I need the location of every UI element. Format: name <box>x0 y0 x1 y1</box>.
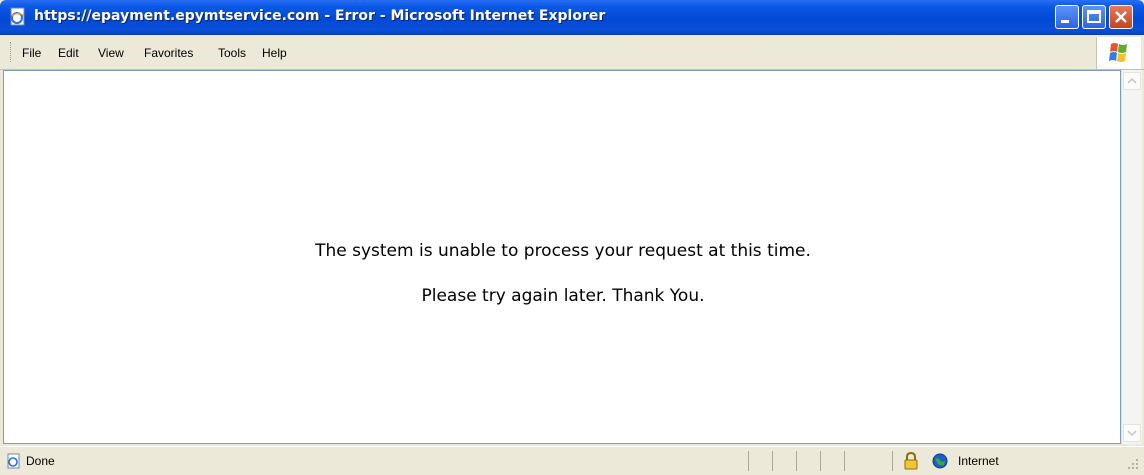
browser-window: https://epayment.epymtservice.com - Erro… <box>0 0 1144 475</box>
status-divider <box>844 451 845 471</box>
title-bar[interactable]: https://epayment.epymtservice.com - Erro… <box>0 0 1144 35</box>
close-button[interactable] <box>1109 5 1133 29</box>
status-divider <box>772 451 773 471</box>
minimize-button[interactable] <box>1055 5 1079 29</box>
vertical-scrollbar[interactable] <box>1121 70 1142 444</box>
ie-page-icon <box>8 7 28 27</box>
status-divider <box>820 451 821 471</box>
error-message-line2: Please try again later. Thank You. <box>421 286 705 306</box>
menu-item-edit[interactable]: Edit <box>58 46 79 60</box>
menu-bar: File Edit View Favorites Tools Help <box>0 35 1144 70</box>
status-text: Done <box>26 454 55 468</box>
error-message-line1: The system is unable to process your req… <box>315 241 811 261</box>
menu-grip[interactable] <box>10 42 13 62</box>
scroll-down-button[interactable] <box>1123 424 1141 442</box>
globe-icon <box>932 453 948 469</box>
menu-item-help[interactable]: Help <box>262 46 287 60</box>
status-bar: Done Internet <box>0 446 1144 475</box>
maximize-button[interactable] <box>1082 5 1106 29</box>
resize-grip-icon[interactable] <box>1124 455 1140 471</box>
status-divider <box>748 451 749 471</box>
menu-item-view[interactable]: View <box>98 46 124 60</box>
menu-item-favorites[interactable]: Favorites <box>144 46 193 60</box>
lock-icon[interactable] <box>903 451 919 470</box>
menu-item-tools[interactable]: Tools <box>218 46 246 60</box>
status-divider <box>796 451 797 471</box>
page-content: The system is unable to process your req… <box>3 70 1121 444</box>
window-title: https://epayment.epymtservice.com - Erro… <box>34 8 606 24</box>
scroll-up-button[interactable] <box>1123 72 1141 90</box>
security-zone-text: Internet <box>958 454 999 468</box>
menu-item-file[interactable]: File <box>22 46 41 60</box>
ie-page-icon <box>6 453 22 469</box>
windows-logo-icon <box>1096 37 1141 69</box>
status-divider <box>892 451 893 471</box>
